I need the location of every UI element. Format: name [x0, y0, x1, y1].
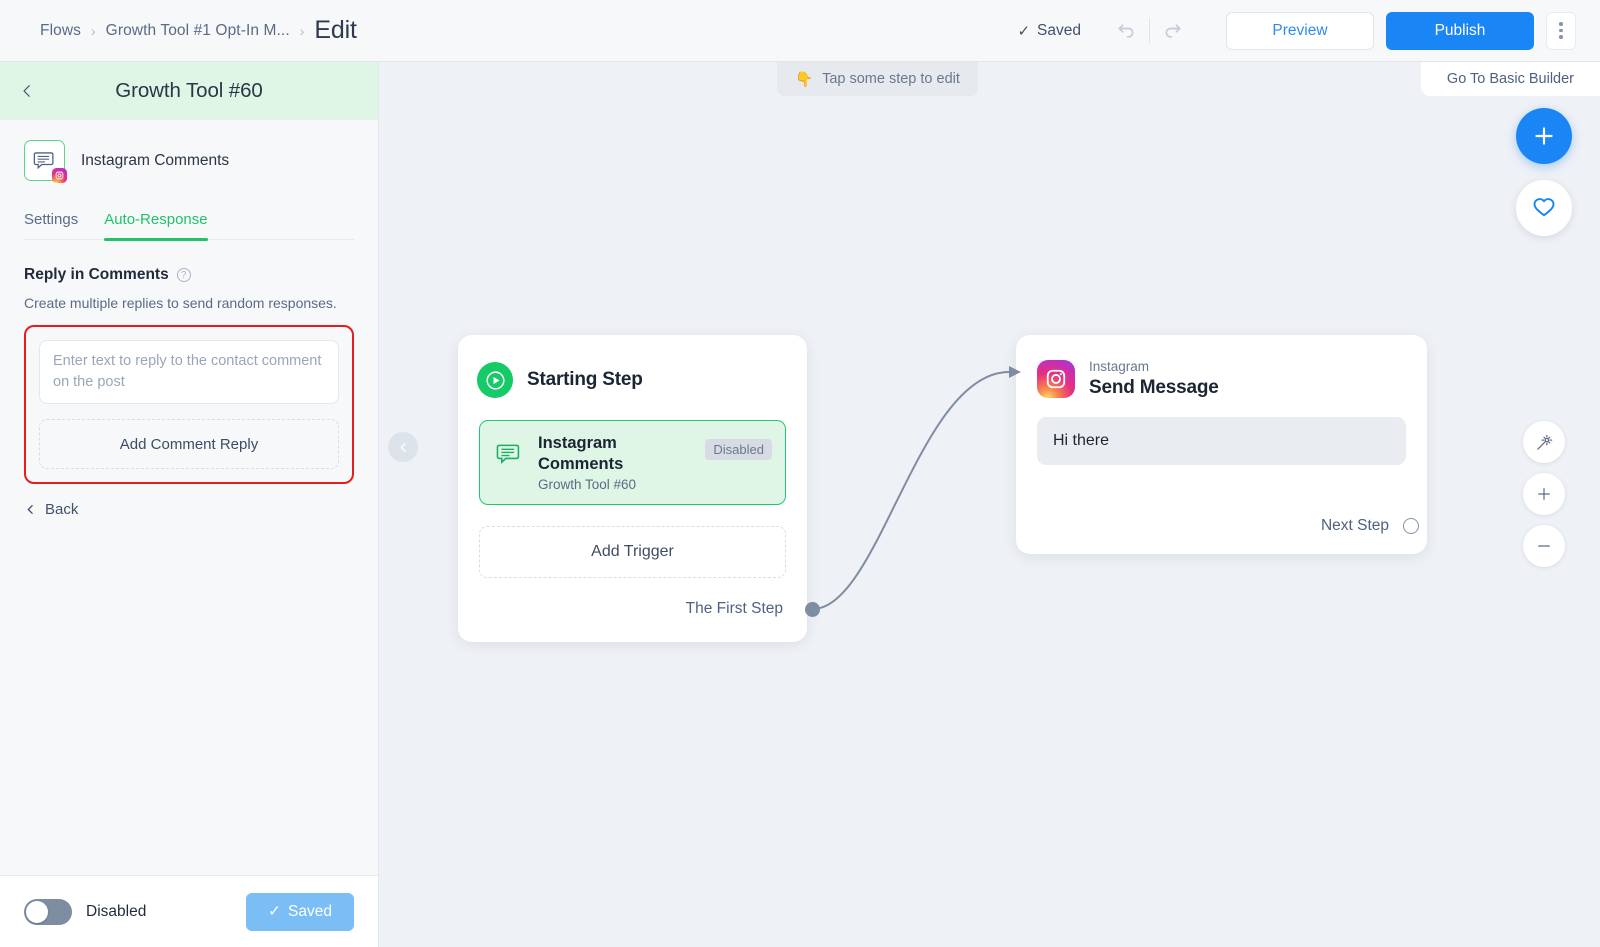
zoom-in-button[interactable]: [1523, 473, 1565, 515]
sidebar-tabs: Settings Auto-Response: [24, 211, 354, 241]
sidebar-app-row: Instagram Comments: [24, 120, 354, 183]
add-trigger-button[interactable]: Add Trigger: [479, 526, 786, 579]
chevron-left-icon: [27, 505, 33, 514]
chevron-left-icon: [400, 442, 406, 452]
preview-button[interactable]: Preview: [1226, 11, 1374, 50]
trigger-card-subtitle: Growth Tool #60: [538, 477, 637, 493]
instagram-icon: [1037, 360, 1075, 399]
zoom-out-button[interactable]: [1523, 525, 1565, 567]
trigger-card-name: Instagram Comments: [538, 434, 624, 473]
redo-icon[interactable]: [1156, 14, 1190, 48]
zoom-out-icon: [1538, 545, 1550, 547]
reply-editor-highlight: Add Comment Reply: [24, 325, 354, 485]
node-header-text: Instagram Send Message: [1089, 359, 1219, 399]
message-bubble[interactable]: Hi there: [1037, 417, 1406, 466]
breadcrumb-separator: ›: [90, 22, 96, 39]
heart-icon: [1533, 198, 1555, 217]
tab-settings[interactable]: Settings: [24, 211, 78, 239]
canvas-hint: 👇 Tap some step to edit: [777, 62, 978, 96]
go-to-basic-builder-button[interactable]: Go To Basic Builder: [1420, 62, 1600, 96]
reply-text-input[interactable]: [39, 340, 339, 405]
node-app-label: Instagram: [1089, 359, 1150, 374]
canvas-hint-label: Tap some step to edit: [822, 71, 960, 87]
pointing-down-icon: 👇: [795, 71, 814, 88]
breadcrumb-item-flows[interactable]: Flows: [40, 22, 81, 40]
enable-toggle[interactable]: [24, 898, 72, 925]
favorites-fab[interactable]: [1516, 180, 1572, 236]
flow-builder-app: Flows › Growth Tool #1 Opt-In M... › Edi…: [0, 0, 1600, 947]
back-chevron-icon[interactable]: [14, 78, 40, 104]
sidebar-body: Instagram Comments Settings Auto-Respons…: [0, 120, 378, 875]
check-icon: ✓: [268, 903, 282, 920]
saved-status-label: Saved: [1037, 21, 1081, 39]
instagram-badge-icon: [52, 168, 67, 183]
node-title: Starting Step: [527, 369, 643, 390]
back-link-label: Back: [45, 501, 79, 519]
node-send-message[interactable]: Instagram Send Message Hi there Next Ste…: [1016, 335, 1427, 554]
node-header: Instagram Send Message: [1016, 335, 1427, 399]
flow-canvas[interactable]: 👇 Tap some step to edit Go To Basic Buil…: [379, 62, 1600, 947]
breadcrumb-item-growth-tool[interactable]: Growth Tool #1 Opt-In M...: [106, 22, 290, 40]
node-header: Starting Step: [458, 335, 807, 398]
plus-icon: [1535, 127, 1553, 145]
trigger-card-text: Instagram Comments Growth Tool #60: [538, 433, 668, 492]
next-step-port-dot[interactable]: [1403, 518, 1419, 534]
node-title: Send Message: [1089, 377, 1219, 399]
sidebar-footer: Disabled ✓ Saved: [0, 875, 378, 947]
status-badge: Disabled: [705, 439, 772, 460]
breadcrumb-separator-2: ›: [299, 22, 305, 39]
save-button[interactable]: ✓ Saved: [246, 892, 354, 931]
node-starting-step[interactable]: Starting Step Instagram Comments Growth …: [458, 335, 807, 642]
comments-icon: [494, 439, 524, 469]
toggle-knob: [26, 900, 48, 923]
sidebar-app-name: Instagram Comments: [81, 151, 230, 169]
next-step-port-label: Next Step: [1320, 517, 1389, 534]
collapse-sidebar-handle[interactable]: [388, 432, 418, 462]
first-step-port-label: The First Step: [685, 600, 783, 617]
toggle-label: Disabled: [86, 902, 147, 920]
more-vertical-icon[interactable]: [1546, 11, 1576, 50]
auto-arrange-button[interactable]: [1523, 421, 1565, 463]
sidebar-panel: Growth Tool #60 Instagram Comments Setti…: [0, 62, 379, 947]
trigger-card-instagram-comments[interactable]: Instagram Comments Growth Tool #60 Disab…: [479, 420, 786, 506]
section-header: Reply in Comments ?: [24, 266, 354, 284]
play-circle-icon: [477, 362, 513, 398]
help-icon[interactable]: ?: [176, 268, 191, 282]
sidebar-title: Growth Tool #60: [115, 79, 263, 102]
tab-auto-response[interactable]: Auto-Response: [104, 211, 209, 241]
section-subtitle: Create multiple replies to send random r…: [24, 295, 337, 311]
add-comment-reply-button[interactable]: Add Comment Reply: [39, 419, 339, 470]
top-bar: Flows › Growth Tool #1 Opt-In M... › Edi…: [0, 0, 1600, 62]
breadcrumb: Flows › Growth Tool #1 Opt-In M... › Edi…: [40, 16, 357, 45]
divider: [1149, 17, 1150, 44]
zoom-in-icon: [1538, 488, 1550, 500]
section-title: Reply in Comments: [24, 266, 169, 283]
back-link[interactable]: Back: [24, 501, 354, 518]
add-step-fab[interactable]: [1516, 108, 1572, 164]
saved-status: ✓ Saved: [1017, 22, 1081, 40]
connection-source-dot[interactable]: [805, 602, 820, 617]
sidebar-header: Growth Tool #60: [0, 62, 378, 120]
save-button-label: Saved: [288, 902, 332, 920]
undo-icon[interactable]: [1109, 14, 1143, 48]
instagram-comments-icon: [24, 140, 67, 183]
magic-wand-icon: [1536, 434, 1552, 450]
publish-button[interactable]: Publish: [1386, 11, 1534, 50]
check-icon: ✓: [1017, 22, 1031, 40]
top-bar-actions: ✓ Saved Preview Publish: [1017, 11, 1600, 50]
page-title: Edit: [314, 16, 357, 44]
